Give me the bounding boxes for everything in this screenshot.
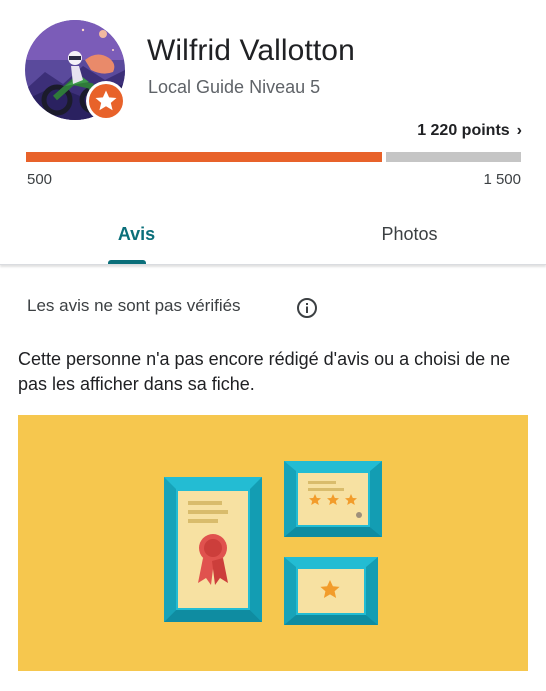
progress-fill: [26, 152, 382, 162]
local-guide-level: Local Guide Niveau 5: [148, 77, 321, 97]
progress-min-label: 500: [27, 171, 53, 188]
progress-track: [386, 152, 521, 162]
progress-max-label: 1 500: [483, 171, 521, 188]
active-tab-indicator: [108, 260, 146, 264]
tab-avis[interactable]: Avis: [0, 206, 273, 264]
chevron-right-icon: ›: [516, 122, 522, 139]
certificates-illustration-icon: [164, 461, 382, 625]
framed-certificates-illustration: [18, 415, 528, 671]
points-label: 1 220 points: [417, 122, 510, 139]
points-link[interactable]: 1 220 points ›: [417, 122, 522, 140]
star-badge-icon: [89, 84, 123, 118]
tab-bar: Avis Photos: [0, 206, 546, 265]
profile-header: Wilfrid Vallotton Local Guide Niveau 5 1…: [0, 0, 546, 200]
info-circle-icon: [297, 298, 317, 318]
reviews-not-verified-notice: Les avis ne sont pas vérifiés: [27, 296, 241, 315]
empty-reviews-message: Cette personne n'a pas encore rédigé d'a…: [18, 349, 511, 394]
profile-name: Wilfrid Vallotton: [147, 34, 355, 67]
points-progress-bar: [26, 152, 521, 162]
info-icon[interactable]: [296, 297, 318, 319]
local-guide-badge: [86, 81, 126, 121]
tab-photos[interactable]: Photos: [273, 206, 546, 264]
